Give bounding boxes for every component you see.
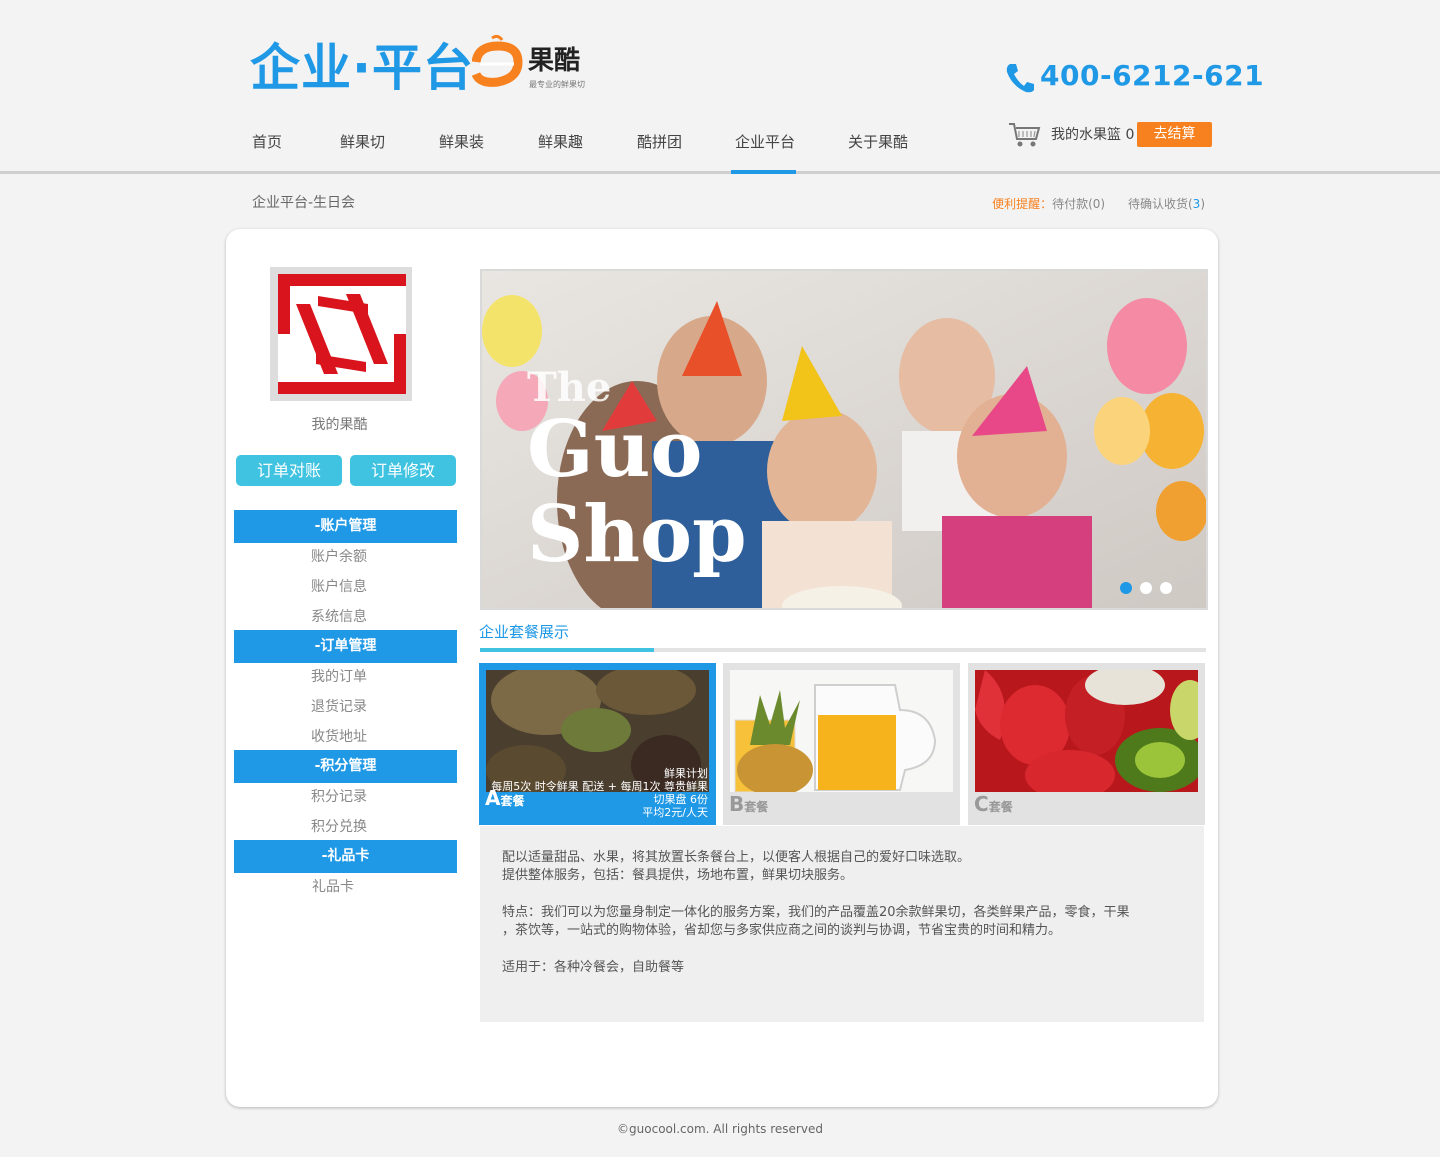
sidebar-item-points-redeem[interactable]: 积分兑换 (234, 817, 444, 837)
package-description-line: 配以适量甜品、水果，将其放置长条餐台上，以便客人根据自己的爱好口味选取。 (502, 850, 971, 865)
nav-item-home[interactable]: 首页 (252, 130, 282, 154)
avatar[interactable] (278, 274, 406, 394)
nav-item-fresh-pack[interactable]: 鲜果装 (439, 130, 484, 154)
package-b-label: B套餐 (729, 792, 768, 819)
package-c-image (975, 670, 1198, 792)
package-b-card[interactable]: B套餐 (723, 663, 960, 825)
sidebar-item-my-orders[interactable]: 我的订单 (234, 667, 444, 687)
phone-number: 400-6212-621 (1040, 59, 1265, 92)
carousel-dot-2[interactable] (1140, 582, 1152, 594)
pending-receipt-text: 待确认收货( (1127, 197, 1193, 211)
nav-item-group-buy[interactable]: 酷拼团 (637, 130, 682, 154)
nav-item-fresh-fun[interactable]: 鲜果趣 (538, 130, 583, 154)
brand-title-part2: 平台 (372, 39, 474, 97)
order-reconcile-button[interactable]: 订单对账 (236, 455, 342, 486)
nav-active-indicator (731, 170, 796, 174)
banner-text-shop: Shop (527, 489, 747, 580)
nav-item-enterprise[interactable]: 企业平台 (735, 130, 795, 154)
pending-receipt-link[interactable]: 待确认收货(3) (1128, 197, 1205, 211)
package-description-line: ，茶饮等，一站式的购物体验，省却您与多家供应商之间的谈判与协调，节省宝贵的时间和… (502, 923, 1062, 938)
sidebar-item-points-record[interactable]: 积分记录 (234, 787, 444, 807)
sidebar-item-returns[interactable]: 退货记录 (234, 697, 444, 717)
pending-payment-link[interactable]: 待付款(0) (1052, 197, 1105, 211)
sidebar-item-account-balance[interactable]: 账户余额 (234, 547, 444, 567)
package-description-line: 适用于：各种冷餐会，自助餐等 (502, 960, 685, 975)
sidebar-group-points[interactable]: -积分管理 (234, 750, 457, 783)
package-c-label: C套餐 (974, 792, 1013, 819)
carousel-dot-1[interactable] (1120, 582, 1132, 594)
carousel-dot-3[interactable] (1160, 582, 1172, 594)
banner-text-guo: Guo (527, 404, 702, 495)
birthday-party-photo: The Guo Shop (482, 271, 1206, 608)
package-a-overlay-line1: 鲜果计划 (664, 767, 708, 780)
reminder-label: 便利提醒： (992, 197, 1053, 211)
package-a-suffix: 套餐 (500, 794, 525, 808)
footer-copyright: ©guocool.com. All rights reserved (617, 1122, 823, 1136)
nav-divider (0, 171, 1440, 174)
package-description-line: 提供整体服务，包括：餐具提供，场地布置，鲜果切块服务。 (502, 868, 854, 883)
brand-title-dot: · (352, 39, 372, 97)
package-b-image (730, 670, 953, 792)
sidebar-item-address[interactable]: 收货地址 (234, 727, 444, 747)
sidebar-item-gift-card[interactable]: 礼品卡 (228, 877, 438, 897)
package-a-card[interactable]: 鲜果计划 每周5次 时令鲜果 配送 + 每周1次 尊贵鲜果 切果盘 6份 平均2… (479, 663, 716, 825)
page-title: 企业·平台 (250, 38, 474, 98)
brand-title-part1: 企业 (250, 39, 352, 97)
order-modify-button[interactable]: 订单修改 (350, 455, 456, 486)
logo-name: 果酷 (528, 46, 581, 76)
reminder-bar: 便利提醒：待付款(0) 待确认收货(3) (992, 195, 1205, 213)
my-guocool-label[interactable]: 我的果酷 (252, 415, 427, 435)
cart-label[interactable]: 我的水果篮 0 (1051, 125, 1134, 145)
nav-item-fresh-cut[interactable]: 鲜果切 (340, 130, 385, 154)
section-divider-active (480, 648, 654, 652)
sidebar-item-system-info[interactable]: 系统信息 (234, 607, 444, 627)
phone-icon (1006, 64, 1034, 93)
pending-receipt-close: ) (1200, 197, 1205, 211)
package-b-letter: B (729, 792, 745, 816)
pending-payment-close: ) (1100, 197, 1106, 211)
sidebar-group-orders[interactable]: -订单管理 (234, 630, 457, 663)
package-c-card[interactable]: C套餐 (968, 663, 1205, 825)
package-c-suffix: 套餐 (988, 800, 1013, 814)
cart-icon[interactable] (1008, 121, 1042, 149)
package-description-line: 特点：我们可以为您量身制定一体化的服务方案，我们的产品覆盖20余款鲜果切，各类鲜… (502, 905, 1130, 920)
sidebar-group-gift-card[interactable]: -礼品卡 (234, 840, 457, 873)
breadcrumb: 企业平台-生日会 (252, 195, 356, 211)
pending-payment-text: 待付款( (1052, 197, 1093, 211)
packages-section-title: 企业套餐展示 (479, 623, 570, 641)
checkout-button[interactable]: 去结算 (1137, 122, 1212, 147)
nav-item-about[interactable]: 关于果酷 (848, 130, 908, 154)
package-a-letter: A (485, 786, 501, 810)
package-c-letter: C (974, 792, 989, 816)
sidebar-item-account-info[interactable]: 账户信息 (234, 577, 444, 597)
hero-banner[interactable]: The Guo Shop (480, 269, 1208, 610)
logo-slogan: 最专业的鲜果切 (529, 80, 585, 89)
sidebar-group-account[interactable]: -账户管理 (234, 510, 457, 543)
package-b-suffix: 套餐 (744, 800, 769, 814)
package-a-label: A套餐 (485, 786, 525, 813)
